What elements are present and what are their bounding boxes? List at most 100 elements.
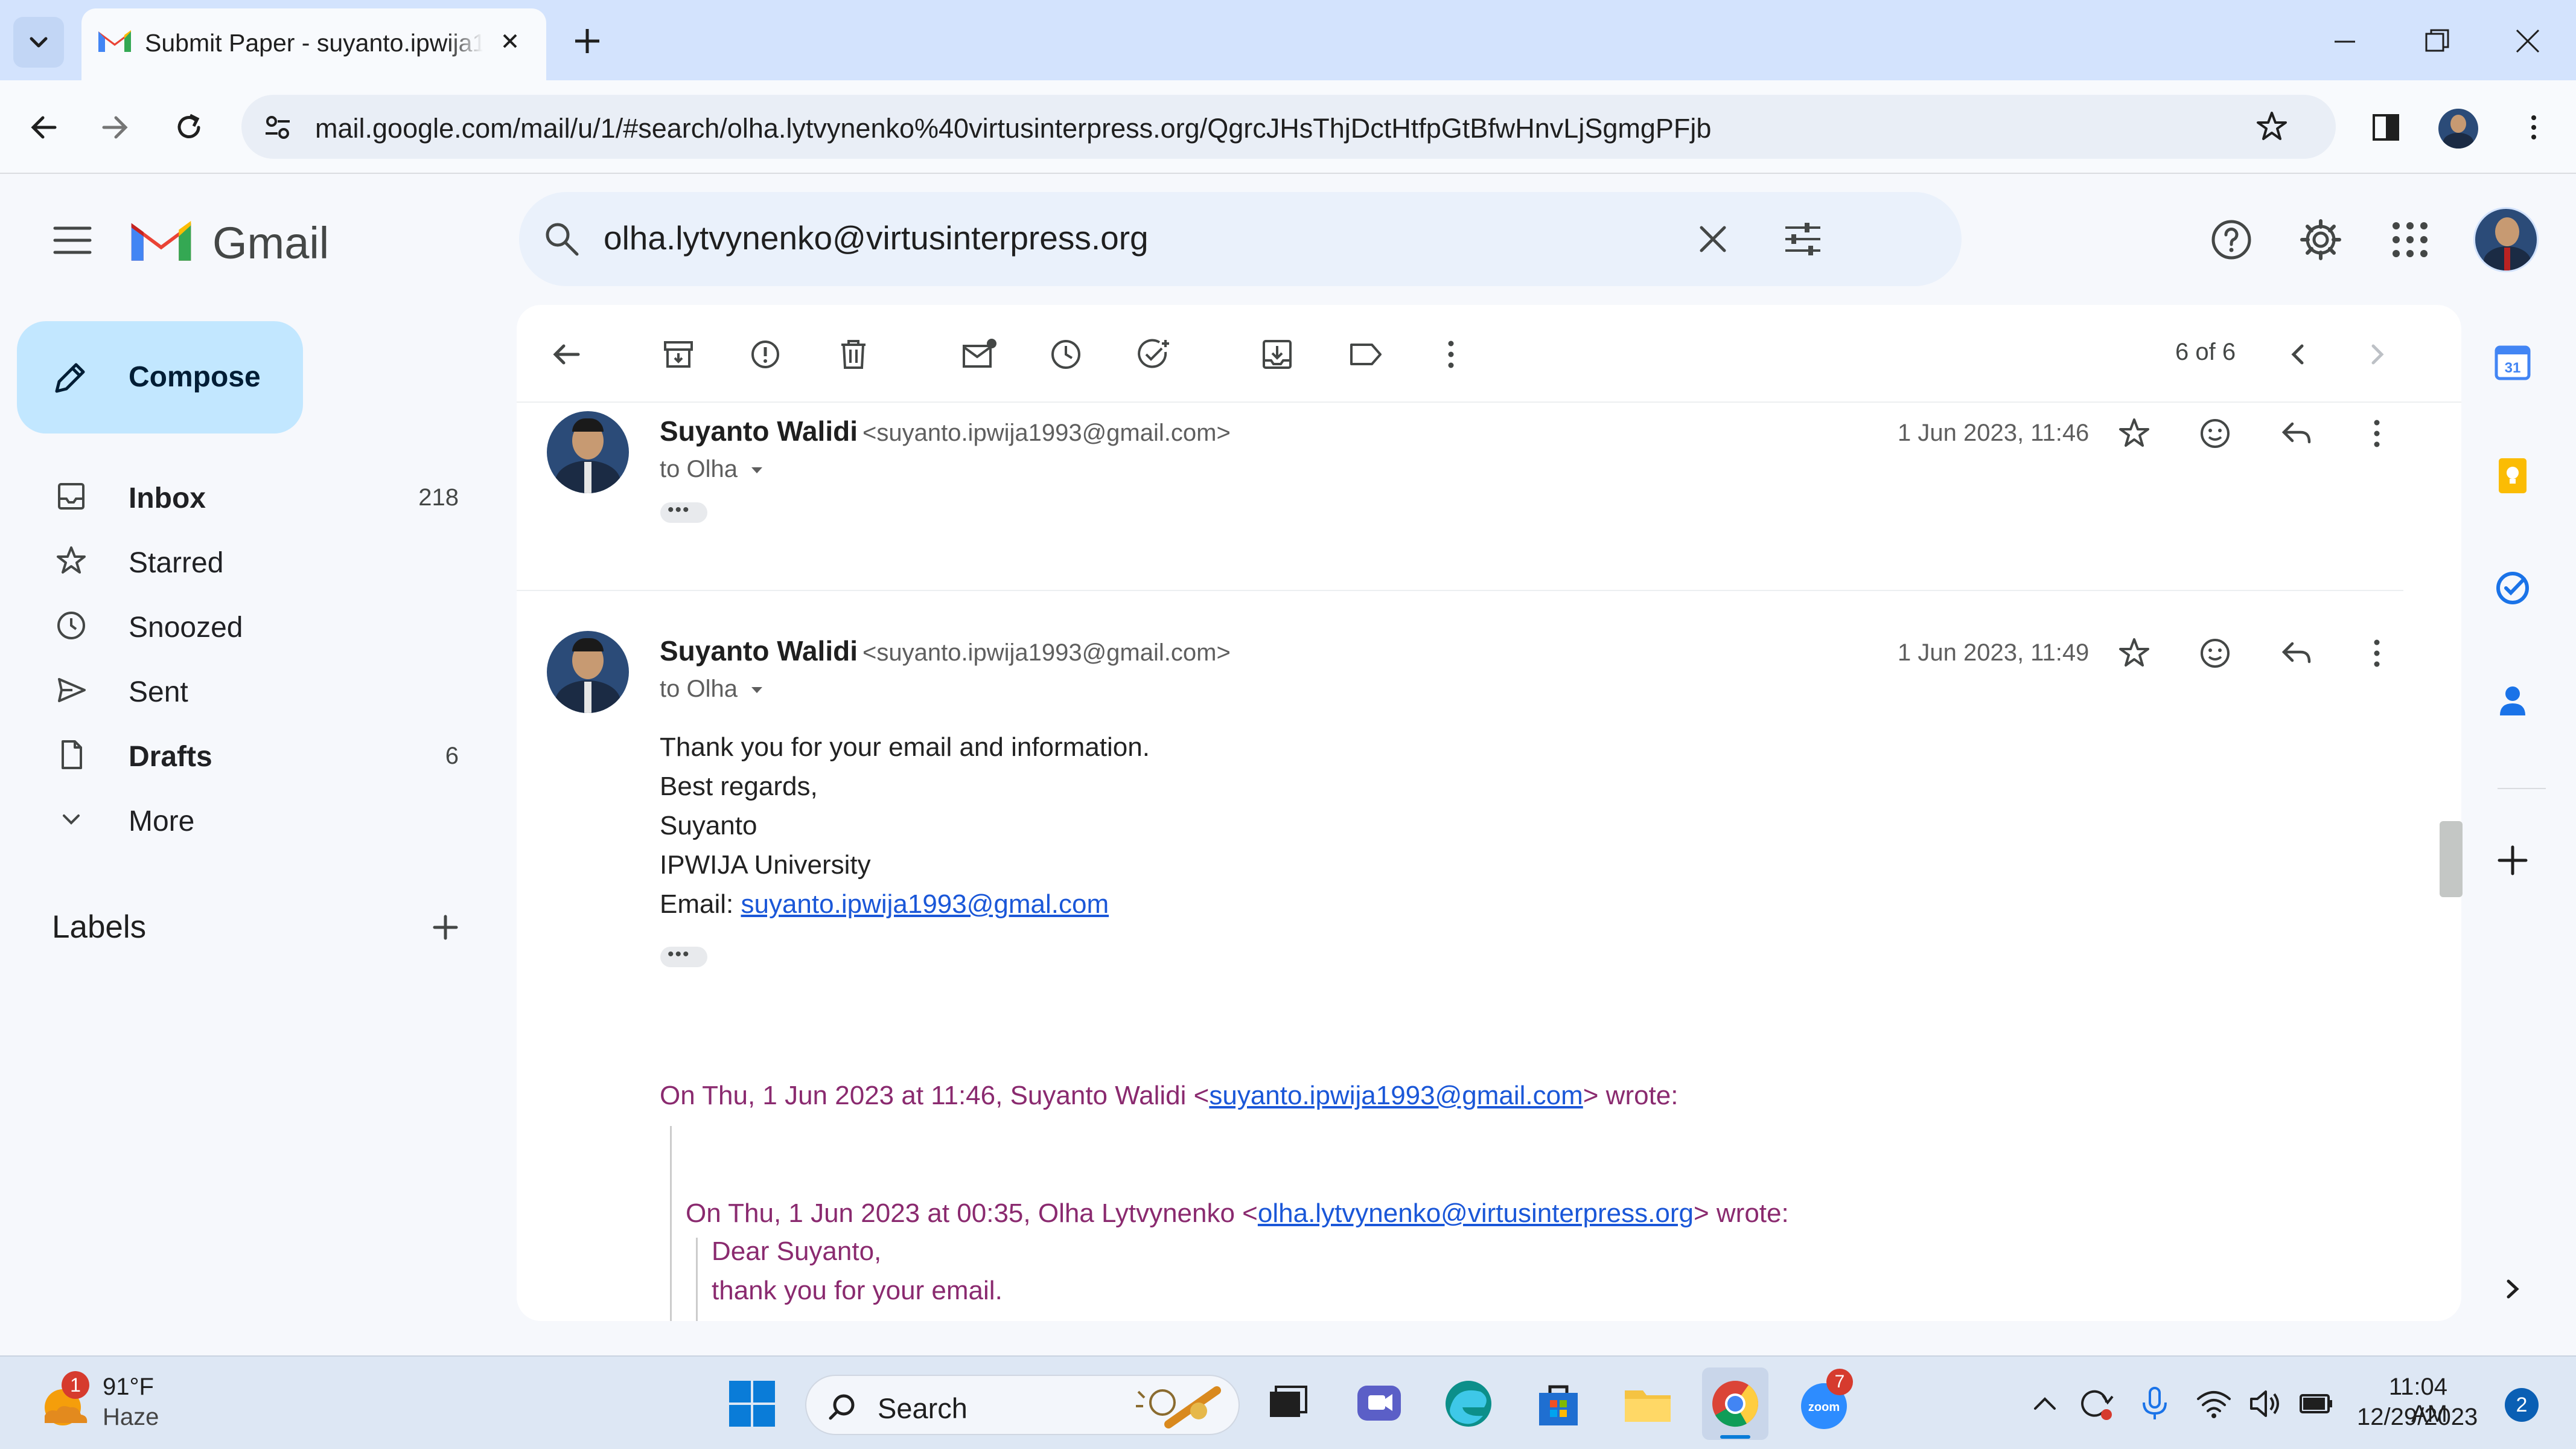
side-panel-icon[interactable] bbox=[2369, 110, 2403, 144]
quote-header: On Thu, 1 Jun 2023 at 00:35, Olha Lytvyn… bbox=[686, 1198, 1789, 1229]
gmail-logo-icon[interactable] bbox=[128, 214, 194, 265]
side-panel-divider bbox=[2498, 788, 2546, 789]
signature-email-link[interactable]: suyanto.ipwija1993@gmal.com bbox=[741, 889, 1109, 919]
avatar[interactable] bbox=[547, 631, 629, 713]
weather-condition: Haze bbox=[103, 1404, 159, 1430]
sidebar-item-inbox[interactable]: Inbox 218 bbox=[0, 464, 495, 528]
star-icon[interactable] bbox=[2116, 635, 2152, 671]
zoom-taskbar-button[interactable]: zoom 7 bbox=[1794, 1369, 1854, 1434]
wifi-icon[interactable] bbox=[2195, 1386, 2233, 1422]
sidebar-item-more[interactable]: More bbox=[0, 787, 495, 851]
bookmark-star-icon[interactable] bbox=[2254, 109, 2289, 144]
add-to-tasks-icon[interactable] bbox=[1135, 336, 1174, 373]
compose-button[interactable]: Compose bbox=[17, 321, 303, 433]
quote-header: On Thu, 1 Jun 2023 at 11:46, Suyanto Wal… bbox=[660, 1081, 1679, 1111]
tab-search-button[interactable] bbox=[13, 17, 64, 68]
recipient-line[interactable]: to Olha bbox=[660, 676, 766, 703]
calendar-icon[interactable]: 31 bbox=[2493, 342, 2533, 382]
google-apps-icon[interactable] bbox=[2389, 219, 2431, 261]
sidebar-item-snoozed[interactable]: Snoozed bbox=[0, 593, 495, 657]
back-to-list-icon[interactable] bbox=[548, 336, 584, 373]
add-label-icon[interactable] bbox=[429, 910, 462, 944]
send-icon bbox=[58, 678, 86, 702]
main-menu-icon[interactable] bbox=[51, 222, 94, 258]
archive-icon[interactable] bbox=[660, 336, 697, 373]
keep-icon[interactable] bbox=[2493, 456, 2533, 496]
chrome-menu-icon[interactable] bbox=[2517, 110, 2551, 144]
account-avatar[interactable] bbox=[2473, 207, 2539, 272]
close-tab-icon[interactable] bbox=[498, 29, 522, 53]
search-options-icon[interactable] bbox=[1782, 219, 1824, 259]
notification-count-badge[interactable]: 2 bbox=[2505, 1388, 2539, 1422]
close-window-icon[interactable] bbox=[2511, 24, 2545, 58]
sidebar-item-label: Inbox bbox=[129, 482, 206, 514]
recipient-line[interactable]: to Olha bbox=[660, 456, 766, 483]
emoji-react-icon[interactable] bbox=[2197, 415, 2233, 452]
restore-icon[interactable] bbox=[2420, 24, 2454, 58]
address-bar[interactable]: mail.google.com/mail/u/1/#search/olha.ly… bbox=[241, 95, 2336, 159]
edge-browser-icon[interactable] bbox=[1438, 1374, 1499, 1434]
show-trimmed-content-button[interactable] bbox=[660, 500, 707, 523]
tasks-icon[interactable] bbox=[2493, 568, 2533, 608]
back-arrow-icon[interactable] bbox=[27, 110, 61, 144]
sidebar-item-drafts[interactable]: Drafts 6 bbox=[0, 722, 495, 787]
file-explorer-icon[interactable] bbox=[1618, 1374, 1678, 1434]
chrome-taskbar-button[interactable] bbox=[1702, 1367, 1768, 1440]
search-icon[interactable] bbox=[542, 219, 582, 259]
tab-gmail[interactable]: Submit Paper - suyanto.ipwija1993 bbox=[81, 8, 546, 80]
older-chevron-icon[interactable] bbox=[2359, 336, 2395, 373]
microphone-icon[interactable] bbox=[2137, 1384, 2173, 1423]
report-spam-icon[interactable] bbox=[747, 336, 783, 373]
scrollbar-thumb[interactable] bbox=[2440, 821, 2463, 897]
reply-icon[interactable] bbox=[2278, 635, 2314, 671]
reload-icon[interactable] bbox=[172, 110, 206, 144]
taskbar-search[interactable]: Search bbox=[805, 1375, 1240, 1435]
expand-panel-chevron-icon[interactable] bbox=[2498, 1274, 2528, 1304]
contacts-icon[interactable] bbox=[2493, 680, 2533, 720]
battery-icon[interactable] bbox=[2297, 1386, 2336, 1422]
clear-search-icon[interactable] bbox=[1693, 219, 1733, 259]
emoji-react-icon[interactable] bbox=[2197, 635, 2233, 671]
sidebar-item-starred[interactable]: Starred bbox=[0, 528, 495, 593]
snooze-clock-icon[interactable] bbox=[1048, 336, 1084, 373]
pagination-text: 6 of 6 bbox=[2175, 339, 2236, 365]
avatar[interactable] bbox=[547, 411, 629, 493]
label-icon[interactable] bbox=[1347, 336, 1385, 373]
quote-email-link[interactable]: suyanto.ipwija1993@gmail.com bbox=[1209, 1081, 1583, 1110]
message-more-icon[interactable] bbox=[2359, 635, 2395, 671]
show-hidden-icons-chevron-icon[interactable] bbox=[2028, 1387, 2062, 1421]
search-bar[interactable] bbox=[519, 192, 1962, 286]
sync-icon[interactable] bbox=[2076, 1384, 2115, 1423]
unread-count: 218 bbox=[418, 484, 459, 511]
settings-gear-icon[interactable] bbox=[2298, 217, 2343, 262]
get-addons-plus-icon[interactable] bbox=[2495, 842, 2531, 878]
windows-start-icon[interactable] bbox=[722, 1374, 782, 1434]
clock-date[interactable]: 12/29/2023 bbox=[2357, 1404, 2478, 1431]
chrome-profile-avatar[interactable] bbox=[2438, 109, 2478, 149]
delete-icon[interactable] bbox=[835, 336, 872, 373]
minimize-icon[interactable] bbox=[2330, 27, 2360, 57]
weather-widget[interactable]: 1 bbox=[36, 1371, 97, 1434]
mark-unread-icon[interactable] bbox=[960, 336, 999, 373]
newer-chevron-icon[interactable] bbox=[2280, 336, 2316, 373]
volume-icon[interactable] bbox=[2246, 1386, 2285, 1422]
forward-arrow-icon[interactable] bbox=[98, 110, 132, 144]
message-more-icon[interactable] bbox=[2359, 415, 2395, 452]
move-to-icon[interactable] bbox=[1259, 336, 1295, 373]
more-actions-icon[interactable] bbox=[1433, 336, 1469, 373]
new-tab-icon[interactable] bbox=[570, 24, 604, 58]
teams-chat-icon[interactable] bbox=[1349, 1374, 1409, 1434]
help-icon[interactable] bbox=[2209, 217, 2254, 262]
sidebar-item-sent[interactable]: Sent bbox=[0, 657, 495, 722]
quote-email-link[interactable]: olha.lytvynenko@virtusinterpress.org bbox=[1258, 1198, 1694, 1228]
pencil-icon bbox=[55, 363, 85, 393]
quote-bar bbox=[670, 1126, 672, 1321]
sidebar-item-label: Drafts bbox=[129, 741, 212, 773]
show-trimmed-content-button[interactable] bbox=[660, 944, 707, 967]
microsoft-store-icon[interactable] bbox=[1528, 1374, 1589, 1434]
site-settings-icon[interactable] bbox=[262, 112, 293, 143]
task-view-icon[interactable] bbox=[1258, 1374, 1318, 1434]
search-input[interactable] bbox=[604, 219, 1630, 257]
star-icon[interactable] bbox=[2116, 415, 2152, 452]
reply-icon[interactable] bbox=[2278, 415, 2314, 452]
